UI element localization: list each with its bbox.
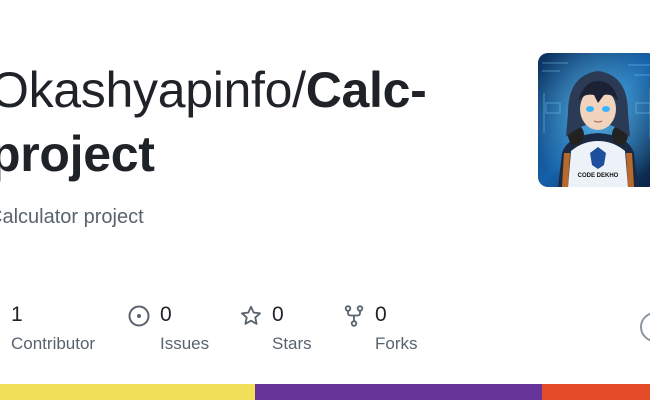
contributors-count: 1 [11,303,23,326]
star-icon [241,305,261,325]
repo-owner[interactable]: Okashyapinfo/ [0,62,306,118]
forks-label: Forks [375,334,418,353]
stars-label: Stars [272,334,312,353]
fork-icon [344,305,364,327]
avatar-illustration: CODE DEKHO [538,53,650,187]
issues-label: Issues [160,334,210,353]
issue-icon [128,305,150,327]
repo-stats: 1 Contributor 0 Issues 0 Stars 0 Forks [0,300,650,360]
contributors-label: Contributor [11,334,96,353]
language-bar [0,384,650,400]
language-segment-javascript [0,384,255,400]
language-segment-html [542,384,650,400]
repo-description: Calculator project [0,206,144,228]
owner-avatar[interactable]: CODE DEKHO [538,53,650,187]
repo-title: Okashyapinfo/Calc-project [0,58,510,186]
avatar-badge-text: CODE DEKHO [578,173,619,179]
issues-count: 0 [160,303,172,326]
forks-count: 0 [375,303,387,326]
language-segment-css [255,384,542,400]
stars-count: 0 [272,303,284,326]
